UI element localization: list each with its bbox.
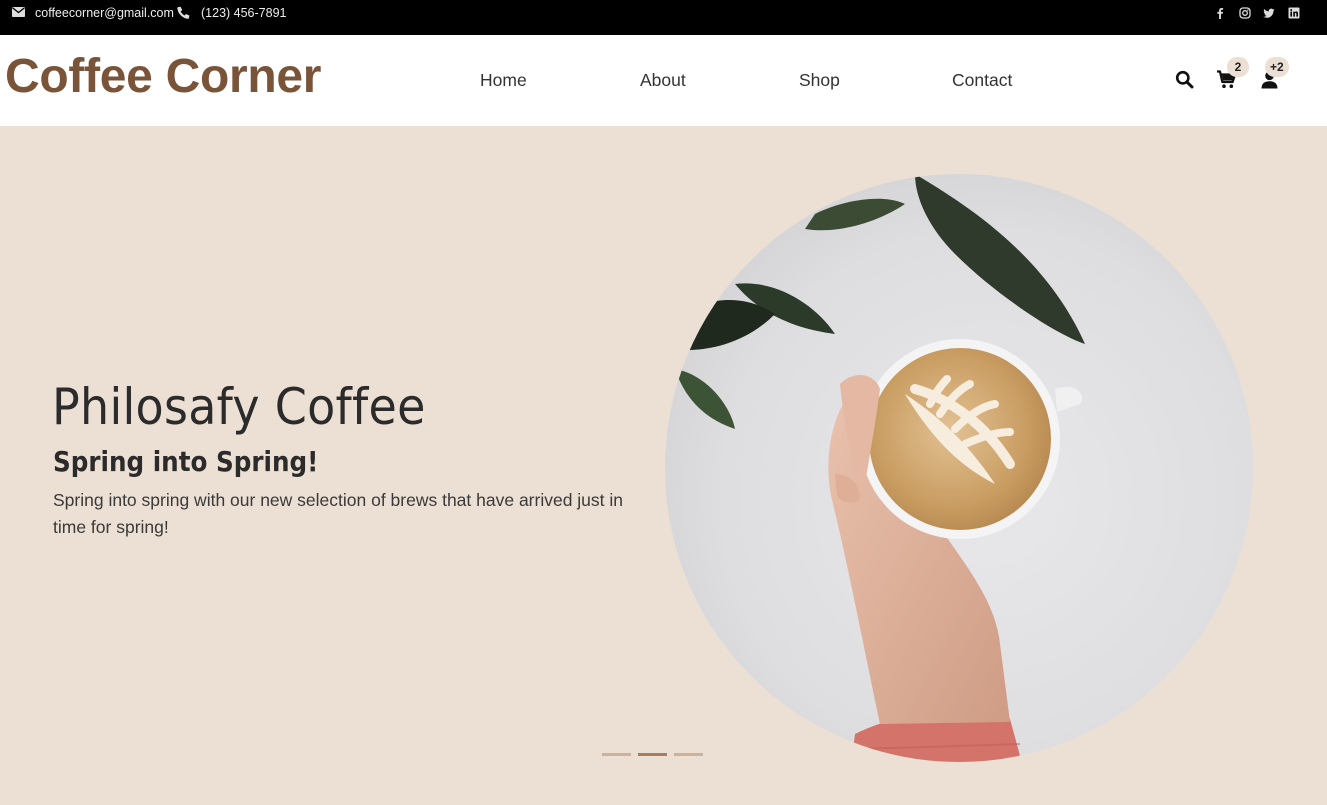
slider-dot-1[interactable] [602, 753, 631, 756]
search-icon[interactable] [1175, 70, 1194, 89]
hero-image [665, 174, 1253, 762]
envelope-icon [12, 7, 25, 17]
site-logo[interactable]: Coffee Corner [5, 49, 321, 105]
instagram-icon[interactable] [1239, 7, 1251, 19]
account-badge: +2 [1265, 57, 1289, 77]
twitter-icon[interactable] [1263, 7, 1275, 19]
contact-phone[interactable]: (123) 456-7891 [201, 6, 286, 20]
slider-dot-2[interactable] [638, 753, 667, 756]
slider-dot-3[interactable] [674, 753, 703, 756]
hero-slider: Philosafy Coffee Spring into Spring! Spr… [0, 126, 1327, 805]
phone-icon [177, 6, 190, 19]
linkedin-icon[interactable] [1288, 7, 1300, 19]
hero-description: Spring into spring with our new selectio… [53, 490, 624, 537]
facebook-icon[interactable] [1214, 7, 1226, 19]
nav-contact[interactable]: Contact [952, 70, 1012, 90]
nav-home[interactable]: Home [480, 70, 527, 90]
hero-subtitle: Spring into Spring! [53, 445, 319, 478]
cart-count-badge: 2 [1227, 57, 1249, 77]
site-header: Coffee Corner Home About Shop Contact 2 … [0, 35, 1327, 126]
hero-title: Philosafy Coffee [52, 378, 426, 436]
nav-shop[interactable]: Shop [799, 70, 840, 90]
nav-about[interactable]: About [640, 70, 686, 90]
contact-email[interactable]: coffeecorner@gmail.com [35, 6, 174, 20]
latte-illustration [665, 174, 1253, 762]
top-bar: coffeecorner@gmail.com (123) 456-7891 [0, 0, 1327, 35]
